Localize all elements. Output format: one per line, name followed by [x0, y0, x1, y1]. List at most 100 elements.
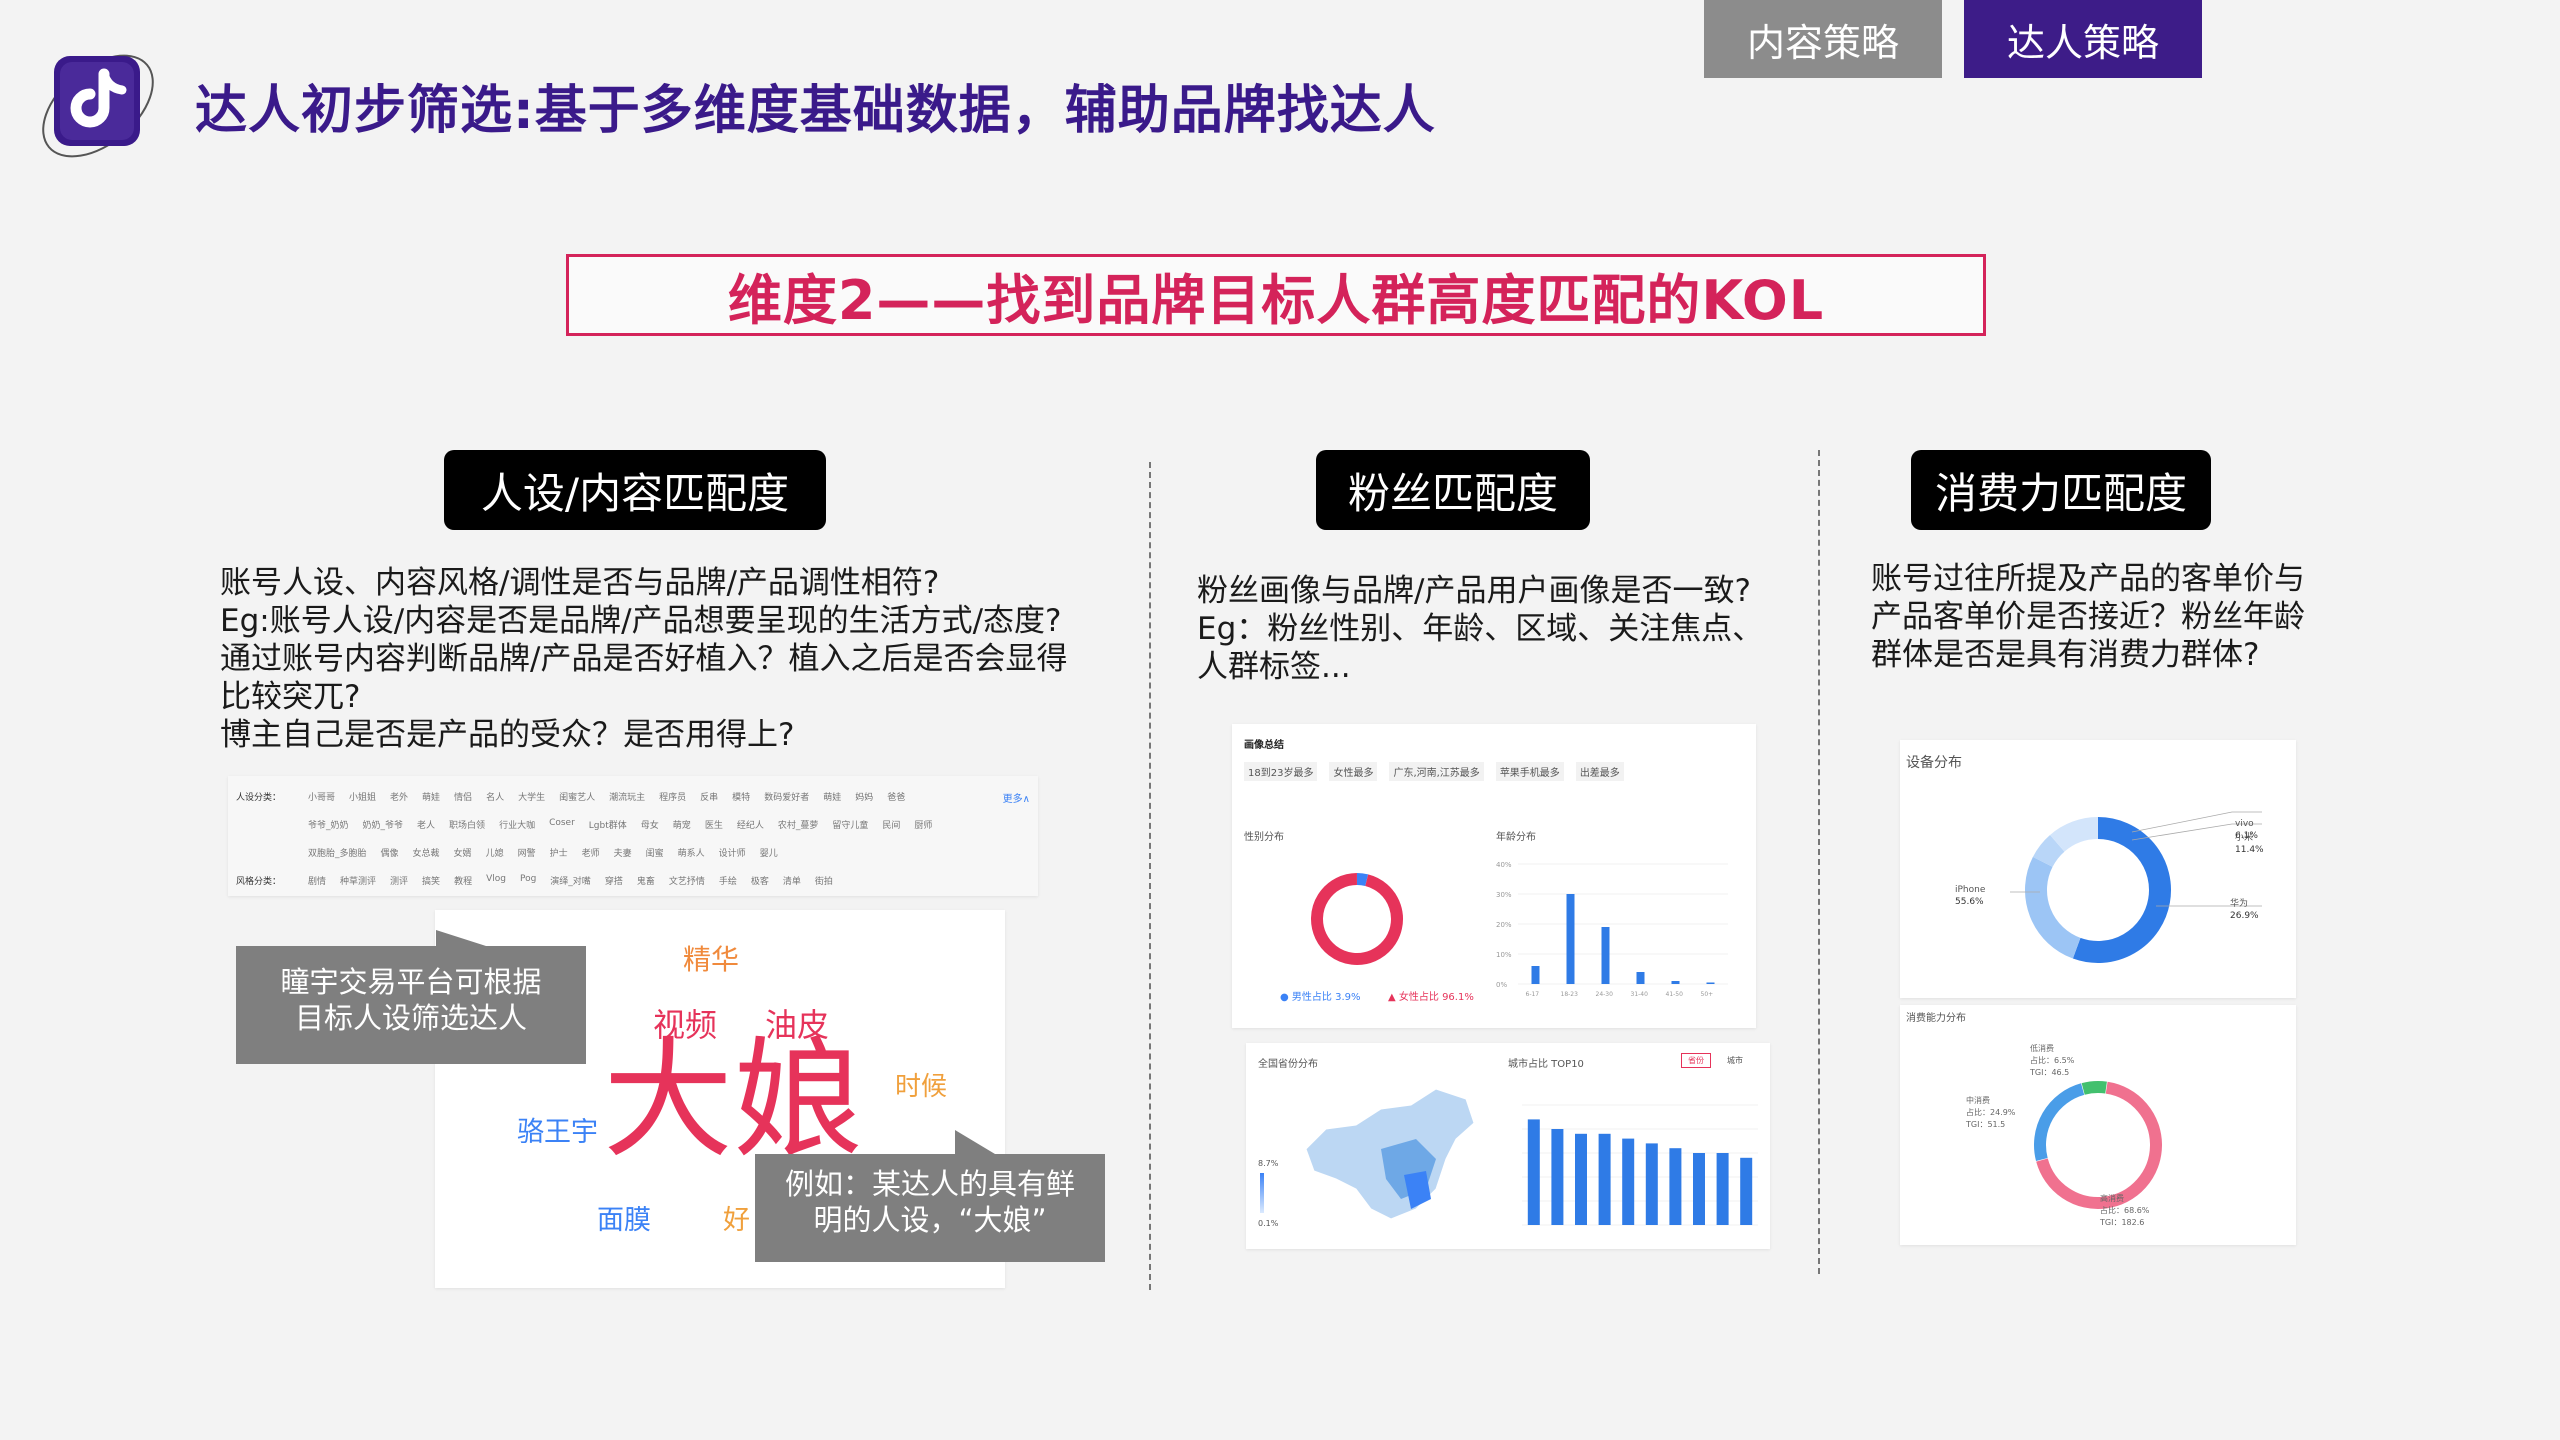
persona-tag[interactable]: 萌系人 [678, 846, 705, 859]
persona-tag[interactable]: 偶像 [381, 846, 399, 859]
persona-tag[interactable]: Pog [520, 874, 536, 887]
persona-tag[interactable]: 萌娃 [422, 790, 440, 803]
persona-tag[interactable]: 双胞胎_多胞胎 [308, 846, 367, 859]
persona-tag[interactable]: 老人 [417, 818, 435, 831]
donut-slice [2032, 834, 2065, 868]
persona-tag[interactable]: 留守儿童 [832, 818, 868, 831]
donut-slice [2034, 1083, 2085, 1161]
persona-tag[interactable]: 剧情 [308, 874, 326, 887]
persona-tag[interactable]: 手绘 [719, 874, 737, 887]
persona-tag[interactable]: 设计师 [719, 846, 746, 859]
persona-tag[interactable]: 清单 [783, 874, 801, 887]
legend-value: 96.1% [1442, 992, 1474, 1003]
tab-province[interactable]: 省份 [1681, 1053, 1711, 1068]
city-bar [1645, 1143, 1658, 1225]
persona-tag[interactable]: 大学生 [518, 790, 545, 803]
persona-tag[interactable]: 爷爷_奶奶 [308, 818, 349, 831]
persona-tag[interactable]: 模特 [732, 790, 750, 803]
section-heading-persona: 人设/内容匹配度 [444, 450, 826, 530]
persona-tag[interactable]: 母女 [641, 818, 659, 831]
persona-tag[interactable]: 女婿 [454, 846, 472, 859]
persona-tag[interactable]: 经纪人 [737, 818, 764, 831]
text-line: 博主自己是否是产品的受众？是否用得上? [220, 717, 795, 753]
persona-tag[interactable]: 演绎_对嘴 [550, 874, 591, 887]
tab-content-strategy[interactable]: 内容策略 [1704, 0, 1942, 78]
persona-tag[interactable]: 老外 [390, 790, 408, 803]
persona-tag[interactable]: 爸爸 [887, 790, 905, 803]
persona-tag[interactable]: 鬼畜 [637, 874, 655, 887]
more-link[interactable]: 更多∧ [1003, 790, 1030, 805]
age-bar [1531, 966, 1540, 984]
persona-tag[interactable]: 小哥哥 [308, 790, 335, 803]
city-bar [1551, 1129, 1564, 1225]
persona-tag[interactable]: 反串 [700, 790, 718, 803]
text-line: 产品客单价是否接近？粉丝年龄 [1871, 599, 2305, 635]
x-tick-label: 6-17 [1526, 991, 1540, 998]
wordcloud-word: 骆王宇 [517, 1117, 598, 1148]
persona-tag[interactable]: 职场白领 [449, 818, 485, 831]
power-label: 占比：24.9% [1966, 1107, 2016, 1117]
persona-tag[interactable]: 夫妻 [614, 846, 632, 859]
persona-tag[interactable]: 教程 [454, 874, 472, 887]
power-label: 占比：68.6% [2100, 1205, 2150, 1215]
consumption-description: 账号过往所提及产品的客单价与 产品客单价是否接近？粉丝年龄 群体是否是具有消费力… [1871, 560, 2305, 674]
device-label: vivo [2235, 819, 2254, 829]
tab-kol-strategy[interactable]: 达人策略 [1964, 0, 2202, 78]
text-line: 通过账号内容判断品牌/产品是否好植入？植入之后是否会显得 [220, 641, 1068, 677]
persona-tag[interactable]: 极客 [751, 874, 769, 887]
persona-tag[interactable]: 农村_蔓萝 [778, 818, 819, 831]
persona-tag[interactable]: 女总裁 [413, 846, 440, 859]
china-map-icon [1305, 1088, 1475, 1220]
persona-tag[interactable]: 医生 [705, 818, 723, 831]
persona-tag[interactable]: 萌娃 [823, 790, 841, 803]
persona-tag[interactable]: 数码爱好者 [764, 790, 809, 803]
persona-tag[interactable]: 测评 [390, 874, 408, 887]
persona-tag[interactable]: 穿搭 [605, 874, 623, 887]
chart-title: 城市占比 TOP10 [1508, 1059, 1584, 1070]
persona-tag[interactable]: 奶奶_爷爷 [363, 818, 404, 831]
persona-tag[interactable]: 儿媳 [486, 846, 504, 859]
persona-tag[interactable]: 文艺抒情 [669, 874, 705, 887]
persona-tag[interactable]: 名人 [486, 790, 504, 803]
section-heading-consumption: 消费力匹配度 [1911, 450, 2211, 530]
city-bar [1693, 1153, 1705, 1225]
legend-male: ● 男性占比 3.9% [1280, 992, 1361, 1003]
fans-portrait-panel: 画像总结 18到23岁最多 女性最多 广东,河南,江苏最多 苹果手机最多 出差最… [1232, 724, 1756, 1028]
persona-tag[interactable]: 闺蜜艺人 [559, 790, 595, 803]
persona-tag[interactable]: 闺蜜 [646, 846, 664, 859]
persona-tag[interactable]: 小姐姐 [349, 790, 376, 803]
persona-tag[interactable]: 程序员 [659, 790, 686, 803]
tag-row: 风格分类： 剧情 种草测评 测评 搞笑 教程 Vlog Pog 演绎_对嘴 穿搭 鬼畜 文艺抒情 手绘… [236, 874, 833, 887]
persona-tag[interactable]: 搞笑 [422, 874, 440, 887]
persona-tag[interactable]: 妈妈 [855, 790, 873, 803]
tab-city[interactable]: 城市 [1721, 1054, 1749, 1067]
persona-tag[interactable]: Vlog [486, 874, 506, 887]
persona-tag[interactable]: 老师 [582, 846, 600, 859]
persona-tag[interactable]: 种草测评 [340, 874, 376, 887]
fans-description: 粉丝画像与品牌/产品用户画像是否一致? Eg：粉丝性别、年龄、区域、关注焦点、 … [1197, 572, 1763, 686]
city-bar [1527, 1119, 1540, 1225]
persona-tag[interactable]: 民间 [882, 818, 900, 831]
persona-tag[interactable]: Lgbt群体 [589, 818, 627, 831]
persona-tag[interactable]: 情侣 [454, 790, 472, 803]
device-label: iPhone [1955, 885, 1986, 895]
persona-tag[interactable]: 厨师 [914, 818, 932, 831]
donut-slice [2081, 1081, 2107, 1095]
portrait-tag: 苹果手机最多 [1495, 762, 1564, 781]
device-value: 26.9% [2230, 911, 2259, 921]
persona-tag[interactable]: 婴儿 [760, 846, 778, 859]
persona-tag[interactable]: 护士 [550, 846, 568, 859]
persona-tag[interactable]: 行业大咖 [499, 818, 535, 831]
persona-tag[interactable]: 潮流玩主 [609, 790, 645, 803]
text-line: 目标人设筛选达人 [294, 1001, 527, 1035]
section-divider [1149, 462, 1151, 1290]
persona-tag[interactable]: Coser [549, 818, 575, 831]
donut-slice [2072, 817, 2171, 963]
city-bar [1669, 1148, 1682, 1225]
persona-tag[interactable]: 萌宠 [673, 818, 691, 831]
persona-tag[interactable]: 网警 [518, 846, 536, 859]
persona-tag[interactable]: 街拍 [815, 874, 833, 887]
city-bar [1716, 1153, 1729, 1225]
city-bar [1622, 1138, 1635, 1225]
wordcloud-word: 面膜 [597, 1205, 651, 1236]
